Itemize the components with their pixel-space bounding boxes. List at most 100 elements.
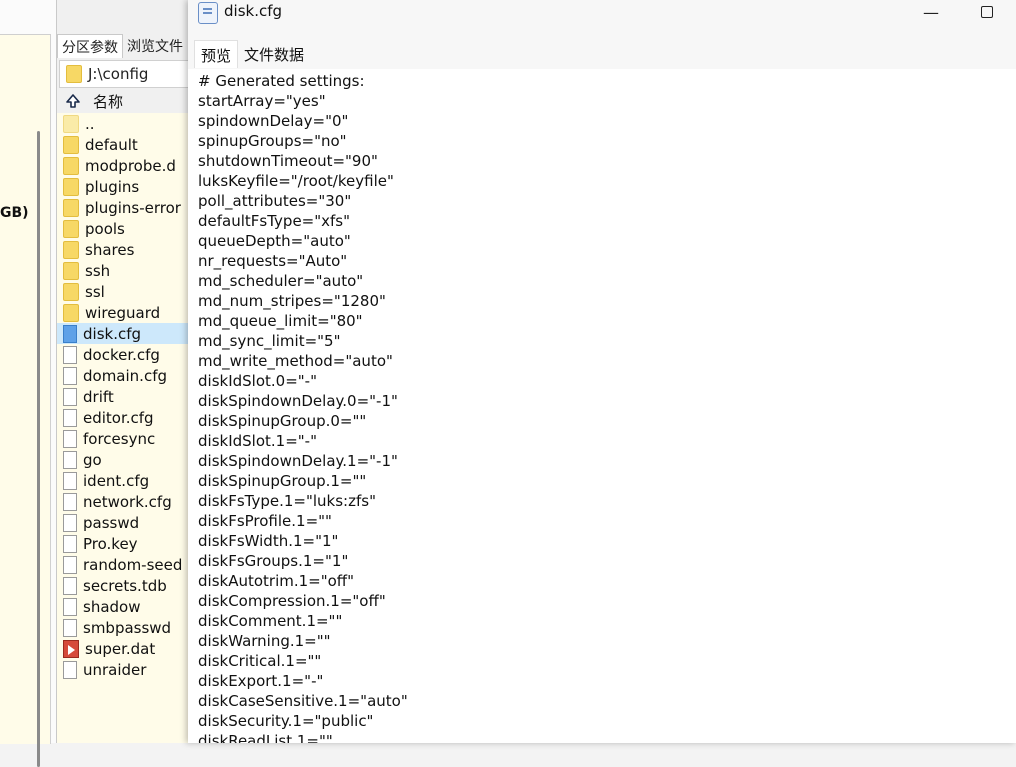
config-line: diskComment.1="" [198,612,343,630]
file-name: editor.cfg [83,408,154,427]
config-line: diskReadList.1="" [198,732,333,743]
window-title: disk.cfg [224,2,283,20]
folder-icon [63,303,79,322]
viewer-tab-bar: 预览 文件数据 [194,40,310,68]
file-list-item[interactable]: pools [57,218,189,239]
file-list-item[interactable]: secrets.tdb [57,575,189,596]
folder-icon [63,135,79,154]
config-line: md_scheduler="auto" [198,272,364,290]
file-list-item[interactable]: ssl [57,281,189,302]
file-name: ssh [85,261,111,280]
file-name: random-seed [83,555,183,574]
config-line: diskCompression.1="off" [198,592,386,610]
file-name: ident.cfg [83,471,150,490]
file-name: domain.cfg [83,366,167,385]
file-icon [63,450,77,469]
file-list-item[interactable]: wireguard [57,302,189,323]
file-list-item[interactable]: domain.cfg [57,365,189,386]
title-bar[interactable]: disk.cfg — [188,0,1016,30]
document-icon [63,324,77,343]
config-line: diskCritical.1="" [198,652,322,670]
config-line: diskSpinupGroup.1="" [198,472,367,490]
background-window-pane: GB) [0,34,51,767]
path-bar[interactable]: J:\config [59,60,191,88]
document-app-icon [198,2,218,24]
tab-file-data[interactable]: 文件数据 [238,40,310,68]
config-line: diskExport.1="-" [198,672,324,690]
folder-icon [63,198,79,217]
config-line: diskFsType.1="luks:zfs" [198,492,376,510]
file-name: unraider [83,660,147,679]
file-icon [63,471,77,490]
file-browser-panel: 分区参数 浏览文件 J:\config 名称 .. default modprobe… [56,0,191,743]
file-icon [63,660,77,679]
config-line: diskFsWidth.1="1" [198,532,339,550]
folder-icon [63,240,79,259]
file-list-item[interactable]: default [57,134,189,155]
file-list-item[interactable]: super.dat [57,638,189,659]
config-line: shutdownTimeout="90" [198,152,378,170]
config-line: diskAutotrim.1="off" [198,572,355,590]
file-name: docker.cfg [83,345,160,364]
minimize-button[interactable]: — [908,0,954,24]
file-list-item[interactable]: network.cfg [57,491,189,512]
file-list-item[interactable]: go [57,449,189,470]
file-icon [63,492,77,511]
tab-preview[interactable]: 预览 [194,40,239,68]
file-name: secrets.tdb [83,576,167,595]
vertical-scrollbar[interactable] [37,131,40,767]
file-list-item[interactable]: plugins [57,176,189,197]
config-line: diskSpinupGroup.0="" [198,412,367,430]
file-list-item[interactable]: smbpasswd [57,617,189,638]
file-list-item[interactable]: .. [57,113,189,134]
maximize-button[interactable] [964,0,1010,24]
file-name: shares [85,240,135,259]
file-list-item[interactable]: passwd [57,512,189,533]
file-list-item[interactable]: ident.cfg [57,470,189,491]
file-icon [63,429,77,448]
config-line: defaultFsType="xfs" [198,212,351,230]
file-name: go [83,450,102,469]
up-arrow-icon[interactable] [65,93,81,109]
file-list-item[interactable]: docker.cfg [57,344,189,365]
file-icon [63,534,77,553]
path-text: J:\config [88,65,149,83]
list-column-header[interactable]: 名称 [57,90,189,112]
tab-browse-files[interactable]: 浏览文件 [123,34,187,58]
file-list-item[interactable]: forcesync [57,428,189,449]
config-line: md_num_stripes="1280" [198,292,386,310]
file-name: default [85,135,138,154]
file-list-item[interactable]: unraider [57,659,189,680]
folder-icon [63,156,79,175]
file-list-item[interactable]: random-seed [57,554,189,575]
config-line: diskFsGroups.1="1" [198,552,349,570]
config-line: diskSpindownDelay.1="-1" [198,452,398,470]
config-line: startArray="yes" [198,92,326,110]
config-line: diskCaseSensitive.1="auto" [198,692,408,710]
file-list-item[interactable]: disk.cfg [57,323,189,344]
file-list-item[interactable]: editor.cfg [57,407,189,428]
file-list-item[interactable]: plugins-error [57,197,189,218]
maximize-icon [981,6,993,18]
tab-partition-params[interactable]: 分区参数 [57,34,123,58]
file-list-item[interactable]: shadow [57,596,189,617]
config-line: diskIdSlot.0="-" [198,372,317,390]
file-content-area[interactable]: # Generated settings: startArray="yes" spi… [188,69,1016,743]
file-list-item[interactable]: ssh [57,260,189,281]
media-file-icon [63,639,79,658]
file-name: forcesync [83,429,156,448]
file-list-item[interactable]: shares [57,239,189,260]
file-list-item[interactable]: drift [57,386,189,407]
file-list-item[interactable]: Pro.key [57,533,189,554]
folder-icon [63,219,79,238]
config-line: nr_requests="Auto" [198,252,348,270]
file-name: shadow [83,597,141,616]
file-icon [63,555,77,574]
truncated-size-label: GB) [0,205,29,221]
config-line: diskSecurity.1="public" [198,712,374,730]
config-line: # Generated settings: [198,72,365,90]
file-name: drift [83,387,114,406]
file-name: plugins-error [85,198,181,217]
config-line: spindownDelay="0" [198,112,349,130]
file-list-item[interactable]: modprobe.d [57,155,189,176]
